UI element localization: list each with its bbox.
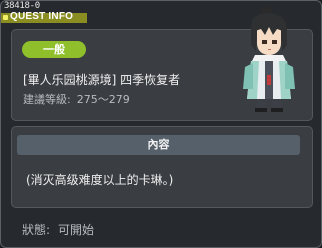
status-label: 狀態: — [22, 223, 51, 237]
level-label: 建議等級: — [23, 93, 71, 106]
title-marker-icon — [3, 15, 8, 20]
quest-id: 38418-0 — [4, 1, 40, 11]
window-title: QUEST INFO — [10, 11, 74, 22]
npc-character-portrait-icon — [237, 5, 299, 113]
quest-objective-text: (消灭高级难度以上的卡琳。) — [26, 173, 174, 187]
status-value: 可開始 — [58, 223, 95, 237]
quest-info-window: 38418-0 QUEST INFO 一般 [畢人乐园桃源境] 四季恢复者 建議… — [0, 0, 322, 248]
recommended-level: 建議等級: 275～279 — [23, 91, 136, 107]
category-badge: 一般 — [22, 41, 86, 58]
quest-content-panel: 內容 (消灭高级难度以上的卡琳。) — [11, 126, 313, 208]
level-range: 275～279 — [76, 93, 130, 106]
quest-status: 狀態: 可開始 — [22, 221, 102, 238]
quest-name: [畢人乐园桃源境] 四季恢复者 — [23, 73, 181, 87]
title-bar: QUEST INFO — [1, 11, 91, 25]
content-header: 內容 — [17, 135, 300, 155]
